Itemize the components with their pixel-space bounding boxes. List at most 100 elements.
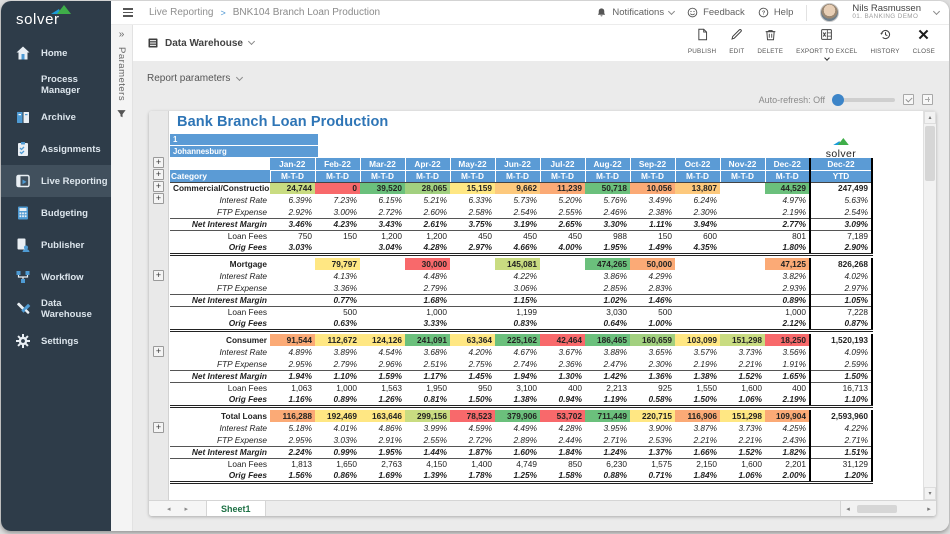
- notifications-menu[interactable]: Notifications: [596, 7, 674, 18]
- report-row-mortgage-mortgage: Mortgage79,79730,000145,081474,26550,000…: [170, 258, 872, 270]
- sidebar-item-budgeting[interactable]: Budgeting: [1, 197, 111, 229]
- value-cell: [360, 258, 405, 270]
- grid-view-icon[interactable]: [922, 94, 933, 105]
- value-cell: 5.21%: [405, 194, 450, 206]
- feedback-button[interactable]: Feedback: [687, 7, 745, 18]
- value-cell: 500: [630, 306, 675, 318]
- value-cell: 3,030: [585, 306, 630, 318]
- refresh-settings-icon[interactable]: [903, 94, 914, 105]
- horizontal-scroll-thumb[interactable]: [857, 505, 897, 513]
- sidebar-item-process-manager[interactable]: Process Manager: [1, 69, 111, 101]
- sidebar-item-workflow[interactable]: Workflow: [1, 261, 111, 293]
- value-cell: [450, 294, 495, 306]
- sidebar-item-live-reporting[interactable]: Live Reporting: [1, 165, 111, 197]
- help-button[interactable]: ? Help: [758, 7, 794, 18]
- close-icon: [917, 28, 930, 46]
- hamburger-menu-icon[interactable]: [123, 8, 133, 16]
- user-avatar[interactable]: [820, 3, 839, 22]
- scroll-right-icon[interactable]: ▸: [922, 505, 936, 513]
- report-row-commercial-construction-net-interest-margin: Net Interest Margin3.46%4.23%3.43%2.61%3…: [170, 218, 872, 230]
- value-cell: 78,523: [450, 410, 495, 422]
- value-cell: 160,659: [630, 334, 675, 346]
- value-cell: [270, 282, 315, 294]
- expand-group-button[interactable]: +: [153, 157, 164, 168]
- delete-button[interactable]: DELETE: [757, 26, 783, 55]
- history-button[interactable]: HISTORY: [870, 26, 899, 55]
- value-cell: 3.19%: [495, 218, 540, 230]
- slider-knob[interactable]: [832, 94, 844, 106]
- sidebar-item-assignments[interactable]: Assignments: [1, 133, 111, 165]
- value-cell: 241,091: [405, 334, 450, 346]
- ytd-value-cell: 31,129: [810, 458, 872, 470]
- sidebar-item-label: Workflow: [41, 272, 84, 283]
- value-cell: 1.68%: [405, 294, 450, 306]
- sidebar-item-home[interactable]: Home: [1, 37, 111, 69]
- sidebar-item-settings[interactable]: Settings: [1, 325, 111, 357]
- history-icon: [879, 28, 892, 46]
- expand-parameters-icon[interactable]: »: [119, 30, 125, 40]
- breadcrumb-section[interactable]: Live Reporting: [149, 7, 213, 18]
- report-row-total-loans-net-interest-margin: Net Interest Margin2.24%0.99%1.95%1.44%1…: [170, 446, 872, 458]
- value-cell: 1.58%: [540, 470, 585, 482]
- value-cell: 2.72%: [360, 206, 405, 218]
- parameters-panel-label[interactable]: Parameters: [116, 47, 127, 101]
- value-cell: [540, 258, 585, 270]
- user-block[interactable]: Nils Rasmussen 01. Banking Demo: [852, 4, 921, 21]
- prev-sheet-icon[interactable]: ◂: [167, 505, 171, 513]
- row-label: Net Interest Margin: [170, 446, 270, 458]
- vertical-scrollbar[interactable]: ▴ ▾: [923, 111, 936, 500]
- value-cell: 2.89%: [495, 434, 540, 446]
- expand-group-button[interactable]: +: [153, 270, 164, 281]
- value-cell: 2.44%: [540, 434, 585, 446]
- expand-group-button[interactable]: +: [153, 193, 164, 204]
- scroll-up-icon[interactable]: ▴: [924, 111, 936, 124]
- report-row-total-loans-total-loans: Total Loans116,288192,469163,646299,1567…: [170, 410, 872, 422]
- sidebar-item-data-warehouse[interactable]: Data Warehouse: [1, 293, 111, 325]
- report-parameters-toggle[interactable]: Report parameters: [147, 73, 242, 84]
- value-cell: 4.25%: [765, 422, 810, 434]
- publish-button[interactable]: PUBLISH: [688, 26, 716, 55]
- value-cell: 50,718: [585, 182, 630, 194]
- delete-icon: [764, 28, 777, 46]
- smiley-icon: [687, 7, 698, 18]
- value-cell: 2.55%: [405, 434, 450, 446]
- row-label: Loan Fees: [170, 458, 270, 470]
- value-cell: 145,081: [495, 258, 540, 270]
- value-cell: 5.73%: [495, 194, 540, 206]
- expand-group-button[interactable]: +: [153, 181, 164, 192]
- scroll-down-icon[interactable]: ▾: [924, 487, 936, 500]
- tab-sheet1[interactable]: Sheet1: [207, 501, 266, 516]
- data-source-selector[interactable]: Data Warehouse: [147, 37, 254, 49]
- value-cell: 3.73%: [720, 422, 765, 434]
- filter-icon[interactable]: [116, 108, 127, 119]
- close-button[interactable]: CLOSE: [913, 26, 935, 55]
- sidebar-item-archive[interactable]: Archive: [1, 101, 111, 133]
- ytd-value-cell: 4.09%: [810, 346, 872, 358]
- value-cell: 9,662: [495, 182, 540, 194]
- value-cell: 4,150: [405, 458, 450, 470]
- report-title: Bank Branch Loan Production: [177, 114, 388, 130]
- horizontal-scrollbar[interactable]: ◂ ▸: [840, 501, 936, 516]
- export-to-excel-button[interactable]: EXPORT TO EXCEL: [796, 26, 857, 60]
- user-menu-chevron-icon[interactable]: [933, 7, 940, 14]
- publisher-icon: [14, 237, 31, 254]
- auto-refresh-slider[interactable]: [833, 98, 895, 102]
- value-cell: [540, 294, 585, 306]
- vertical-scroll-thumb[interactable]: [925, 126, 935, 181]
- value-cell: 1,600: [720, 458, 765, 470]
- value-cell: 3.57%: [675, 346, 720, 358]
- next-sheet-icon[interactable]: ▸: [185, 505, 189, 513]
- report-row-commercial-construction-interest-rate: Interest Rate6.39%7.23%6.15%5.21%6.33%5.…: [170, 194, 872, 206]
- report-row-consumer-consumer: Consumer91,544112,672124,126241,09163,36…: [170, 334, 872, 346]
- month-header: Jan-22: [270, 158, 315, 170]
- expand-group-button[interactable]: +: [153, 422, 164, 433]
- value-cell: 1.94%: [270, 370, 315, 382]
- sidebar-item-label: Assignments: [41, 144, 101, 155]
- breadcrumb-separator: >: [220, 8, 225, 18]
- expand-group-button[interactable]: +: [153, 169, 164, 180]
- expand-group-button[interactable]: +: [153, 346, 164, 357]
- sidebar-item-publisher[interactable]: Publisher: [1, 229, 111, 261]
- scroll-left-icon[interactable]: ◂: [841, 505, 855, 513]
- row-group-gutter: +++++++: [149, 111, 169, 500]
- edit-button[interactable]: EDIT: [729, 26, 744, 55]
